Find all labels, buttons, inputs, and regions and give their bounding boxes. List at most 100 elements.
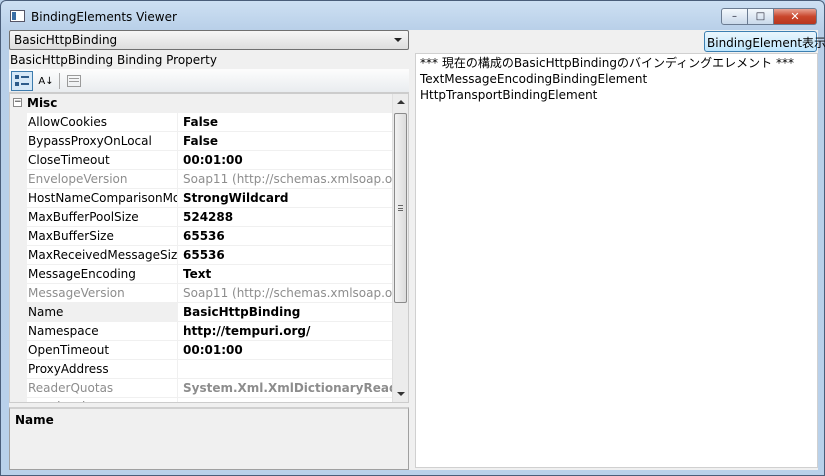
- property-name: AllowCookies: [27, 113, 178, 132]
- property-name: MaxReceivedMessageSize: [27, 246, 178, 265]
- property-name: EnvelopeVersion: [27, 170, 178, 189]
- property-value[interactable]: [180, 360, 394, 379]
- property-row[interactable]: ReceiveTimeout00:10:00: [10, 398, 394, 402]
- property-row[interactable]: Namespace http://tempuri.org/: [10, 322, 394, 341]
- property-row[interactable]: BypassProxyOnLocal False: [10, 132, 394, 151]
- property-name: Name: [27, 303, 178, 322]
- property-row[interactable]: OpenTimeout 00:01:00: [10, 341, 394, 360]
- caption-buttons: – □ ✕: [721, 8, 817, 25]
- vertical-scrollbar[interactable]: [392, 94, 408, 402]
- binding-combobox-value: BasicHttpBinding: [14, 33, 118, 47]
- property-grid: − Misc AllowCookies False BypassProxyOnLoc…: [9, 93, 409, 403]
- scroll-down-icon[interactable]: [397, 392, 405, 396]
- toolbar-separator: [59, 73, 60, 89]
- maximize-icon: □: [755, 11, 766, 22]
- property-pages-icon: [67, 75, 81, 87]
- row-gutter: [10, 284, 27, 303]
- description-panel: Name: [9, 407, 409, 470]
- property-row[interactable]: AllowCookies False: [10, 113, 394, 132]
- row-gutter: [10, 303, 27, 322]
- property-rows: AllowCookies False BypassProxyOnLocal False…: [10, 113, 394, 402]
- property-name: MaxBufferSize: [27, 227, 178, 246]
- property-row[interactable]: Name BasicHttpBinding: [10, 303, 394, 322]
- row-gutter: [10, 398, 27, 402]
- property-row[interactable]: CloseTimeout 00:01:00: [10, 151, 394, 170]
- row-gutter: [10, 341, 27, 360]
- property-label: BasicHttpBinding Binding Property: [10, 53, 217, 67]
- property-value[interactable]: 00:10:00: [180, 398, 394, 402]
- category-row-misc[interactable]: − Misc: [10, 94, 394, 113]
- minimize-icon: –: [732, 11, 737, 22]
- property-row[interactable]: ReaderQuotas System.Xml.XmlDictionaryRead…: [10, 379, 394, 398]
- output-line: HttpTransportBindingElement: [420, 88, 598, 102]
- main-window: BindingElements Viewer – □ ✕ BasicHttpBi…: [0, 0, 825, 476]
- scroll-thumb[interactable]: [394, 113, 407, 303]
- property-value[interactable]: StrongWildcard: [180, 189, 394, 208]
- row-gutter: [10, 265, 27, 284]
- close-icon: ✕: [790, 10, 800, 23]
- property-row[interactable]: MaxBufferPoolSize 524288: [10, 208, 394, 227]
- property-name: HostNameComparisonMode: [27, 189, 178, 208]
- property-value[interactable]: 65536: [180, 246, 394, 265]
- property-value[interactable]: http://tempuri.org/: [180, 322, 394, 341]
- property-row[interactable]: MessageEncoding Text: [10, 265, 394, 284]
- property-name: ReceiveTimeout: [27, 398, 178, 402]
- property-grid-toolbar: A↓: [9, 69, 409, 93]
- property-row[interactable]: EnvelopeVersion Soap11 (http://schemas.xm…: [10, 170, 394, 189]
- collapse-icon[interactable]: −: [13, 98, 22, 107]
- property-row[interactable]: HostNameComparisonModeStrongWildcard: [10, 189, 394, 208]
- chevron-down-icon[interactable]: [394, 38, 402, 42]
- property-value[interactable]: False: [180, 113, 394, 132]
- property-value[interactable]: 524288: [180, 208, 394, 227]
- title-bar[interactable]: BindingElements Viewer – □ ✕: [1, 1, 824, 29]
- categorized-button[interactable]: [11, 71, 33, 91]
- property-value[interactable]: BasicHttpBinding: [180, 303, 394, 322]
- property-name: MessageVersion: [27, 284, 178, 303]
- categorized-icon: [15, 75, 29, 86]
- property-value[interactable]: False: [180, 132, 394, 151]
- show-binding-element-button[interactable]: BindingElement表示: [704, 31, 825, 52]
- row-gutter: [10, 189, 27, 208]
- category-name: Misc: [27, 96, 58, 110]
- property-name: MaxBufferPoolSize: [27, 208, 178, 227]
- show-binding-element-label: BindingElement表示: [707, 36, 825, 50]
- property-value: Soap11 (http://schemas.xmlsoap.org/soap/…: [183, 286, 394, 300]
- minimize-button[interactable]: –: [721, 8, 748, 25]
- row-gutter: [10, 379, 27, 398]
- property-row[interactable]: MaxBufferSize 65536: [10, 227, 394, 246]
- row-gutter: [10, 322, 27, 341]
- row-gutter: [10, 208, 27, 227]
- client-area: BasicHttpBinding BasicHttpBinding Bindin…: [9, 30, 825, 470]
- row-gutter: [10, 227, 27, 246]
- binding-combobox[interactable]: BasicHttpBinding: [9, 30, 409, 50]
- property-value: System.Xml.XmlDictionaryReaderQuotas: [183, 381, 394, 395]
- close-button[interactable]: ✕: [774, 8, 817, 25]
- property-pages-button[interactable]: [63, 71, 85, 91]
- property-name: Namespace: [27, 322, 178, 341]
- property-name: BypassProxyOnLocal: [27, 132, 178, 151]
- maximize-button[interactable]: □: [748, 8, 774, 25]
- row-gutter: [10, 132, 27, 151]
- app-icon: [10, 10, 25, 22]
- row-gutter: [10, 151, 27, 170]
- row-gutter: [10, 246, 27, 265]
- window-title: BindingElements Viewer: [31, 10, 177, 24]
- property-value[interactable]: 65536: [180, 227, 394, 246]
- property-row[interactable]: MaxReceivedMessageSize 65536: [10, 246, 394, 265]
- row-gutter: [10, 360, 27, 379]
- property-value[interactable]: 00:01:00: [180, 341, 394, 360]
- property-value[interactable]: Text: [180, 265, 394, 284]
- description-title: Name: [15, 413, 54, 427]
- property-row[interactable]: ProxyAddress: [10, 360, 394, 379]
- property-value[interactable]: 00:01:00: [180, 151, 394, 170]
- property-row[interactable]: MessageVersion Soap11 (http://schemas.xml…: [10, 284, 394, 303]
- property-value: Soap11 (http://schemas.xmlsoap.org/soap/…: [183, 172, 394, 186]
- property-name: CloseTimeout: [27, 151, 178, 170]
- property-name: ProxyAddress: [27, 360, 178, 379]
- output-line: TextMessageEncodingBindingElement: [420, 72, 648, 86]
- grip-icon: [398, 205, 403, 211]
- scroll-up-icon[interactable]: [397, 100, 405, 104]
- alphabetical-button[interactable]: A↓: [35, 71, 57, 91]
- output-textbox[interactable]: *** 現在の構成のBasicHttpBindingのバインディングエレメント …: [415, 53, 818, 468]
- output-line: *** 現在の構成のBasicHttpBindingのバインディングエレメント …: [420, 56, 794, 70]
